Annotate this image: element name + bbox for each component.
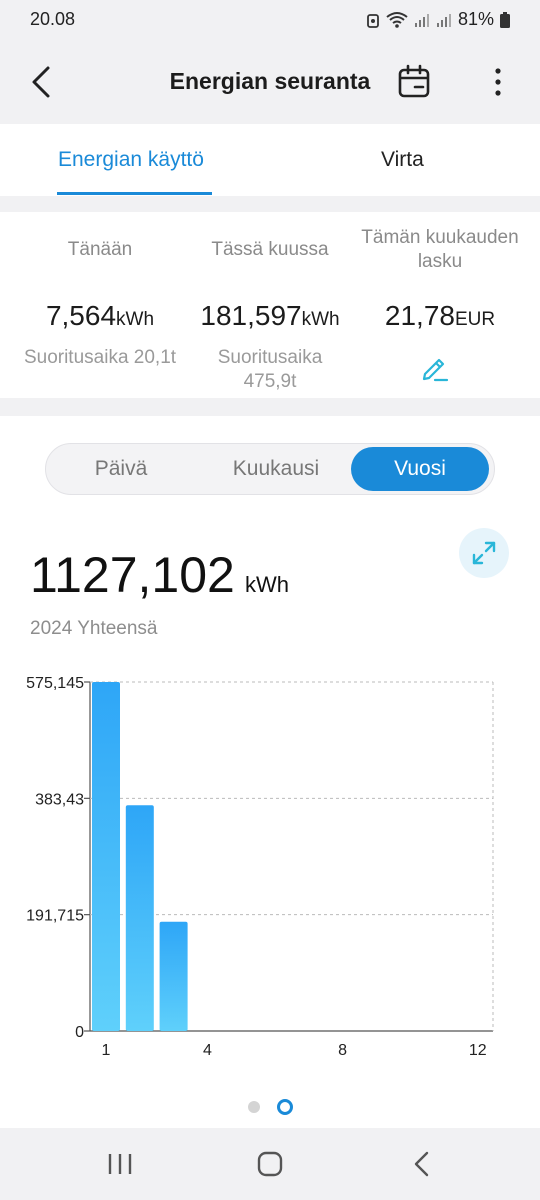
more-options-button[interactable] bbox=[486, 62, 510, 102]
period-day-button[interactable]: Päivä bbox=[66, 444, 176, 494]
summary-month-number: 181,597 bbox=[200, 300, 302, 331]
bar-month-3[interactable] bbox=[159, 921, 188, 1031]
app-bar: Energian seuranta bbox=[0, 40, 540, 124]
x-tick-label: 1 bbox=[102, 1042, 111, 1059]
status-bar: 20.08 81% bbox=[0, 0, 540, 40]
calendar-button[interactable] bbox=[396, 62, 432, 102]
y-tick-label: 575,145 bbox=[26, 675, 84, 692]
x-tick-label: 8 bbox=[338, 1042, 347, 1059]
bar-month-2[interactable] bbox=[125, 805, 154, 1031]
summary-today-unit: kWh bbox=[116, 309, 155, 330]
home-icon bbox=[257, 1151, 283, 1177]
summary-bill-number: 21,78 bbox=[384, 300, 455, 331]
summary-month-unit: kWh bbox=[301, 309, 340, 330]
system-nav-bar bbox=[0, 1128, 540, 1200]
calendar-icon bbox=[398, 64, 430, 98]
battery-text: 81% bbox=[457, 9, 494, 29]
page-dot-2-active[interactable] bbox=[277, 1099, 293, 1115]
summary-month-runtime: Suoritusaika 475,9t bbox=[217, 347, 323, 392]
active-tab-indicator bbox=[57, 192, 212, 195]
energy-chart-card: Päivä Kuukausi Vuosi 1127,102 kWh 2024 Y… bbox=[0, 416, 540, 1128]
x-tick-label: 12 bbox=[469, 1042, 487, 1059]
summary-month-value: 181,597kWh bbox=[180, 300, 360, 332]
system-back-button[interactable] bbox=[402, 1148, 442, 1182]
tab-bar: Energian käyttö Virta bbox=[0, 124, 540, 196]
expand-icon bbox=[472, 541, 496, 565]
total-energy-value: 1127,102 bbox=[30, 547, 235, 603]
summary-bill-value: 21,78EUR bbox=[350, 300, 530, 332]
yearly-energy-chart: 575,145 383,43 191,715 0 1 4 8 12 bbox=[26, 675, 494, 1059]
status-icons: 81% bbox=[366, 9, 510, 30]
period-selector: Päivä Kuukausi Vuosi bbox=[45, 443, 495, 495]
page-title: Energian seuranta bbox=[169, 68, 371, 94]
y-tick-label: 191,715 bbox=[26, 908, 84, 925]
y-tick-label: 383,43 bbox=[35, 791, 84, 808]
battery-icon bbox=[500, 11, 510, 28]
bar-month-1[interactable] bbox=[92, 682, 120, 1031]
summary-card: Tänään 7,564kWh Suoritusaika 20,1t Tässä… bbox=[0, 212, 540, 398]
pencil-icon bbox=[422, 358, 449, 382]
total-energy-unit: kWh bbox=[245, 572, 289, 597]
period-month-button[interactable]: Kuukausi bbox=[206, 444, 346, 494]
wifi-icon bbox=[386, 11, 408, 29]
back-chevron-icon bbox=[414, 1151, 429, 1177]
recent-apps-icon bbox=[108, 1154, 132, 1174]
tab-power[interactable]: Virta bbox=[381, 148, 424, 172]
period-year-button[interactable]: Vuosi bbox=[351, 447, 489, 491]
summary-bill-label: Tämän kuukauden lasku bbox=[361, 227, 519, 272]
home-button[interactable] bbox=[250, 1148, 290, 1182]
tab-energy-usage[interactable]: Energian käyttö bbox=[58, 148, 204, 172]
summary-bill-unit: EUR bbox=[454, 309, 496, 330]
summary-month-label: Tässä kuussa bbox=[211, 239, 329, 260]
summary-today-number: 7,564 bbox=[45, 300, 117, 331]
signal-icon bbox=[436, 12, 452, 28]
total-energy-caption: 2024 Yhteensä bbox=[30, 618, 158, 639]
page-indicator bbox=[0, 1098, 540, 1118]
y-tick-label: 0 bbox=[75, 1024, 84, 1041]
alarm-icon bbox=[366, 11, 380, 29]
x-tick-label: 4 bbox=[203, 1042, 212, 1059]
signal-icon bbox=[414, 12, 430, 28]
summary-today-runtime: Suoritusaika 20,1t bbox=[23, 347, 177, 368]
status-time: 20.08 bbox=[30, 9, 76, 29]
more-vertical-icon bbox=[495, 68, 501, 96]
edit-bill-button[interactable] bbox=[420, 352, 450, 382]
page-dot-1[interactable] bbox=[248, 1101, 260, 1113]
summary-today-label: Tänään bbox=[67, 239, 133, 260]
recent-apps-button[interactable] bbox=[100, 1148, 140, 1182]
expand-chart-button[interactable] bbox=[459, 528, 509, 578]
summary-today-value: 7,564kWh bbox=[10, 300, 190, 332]
